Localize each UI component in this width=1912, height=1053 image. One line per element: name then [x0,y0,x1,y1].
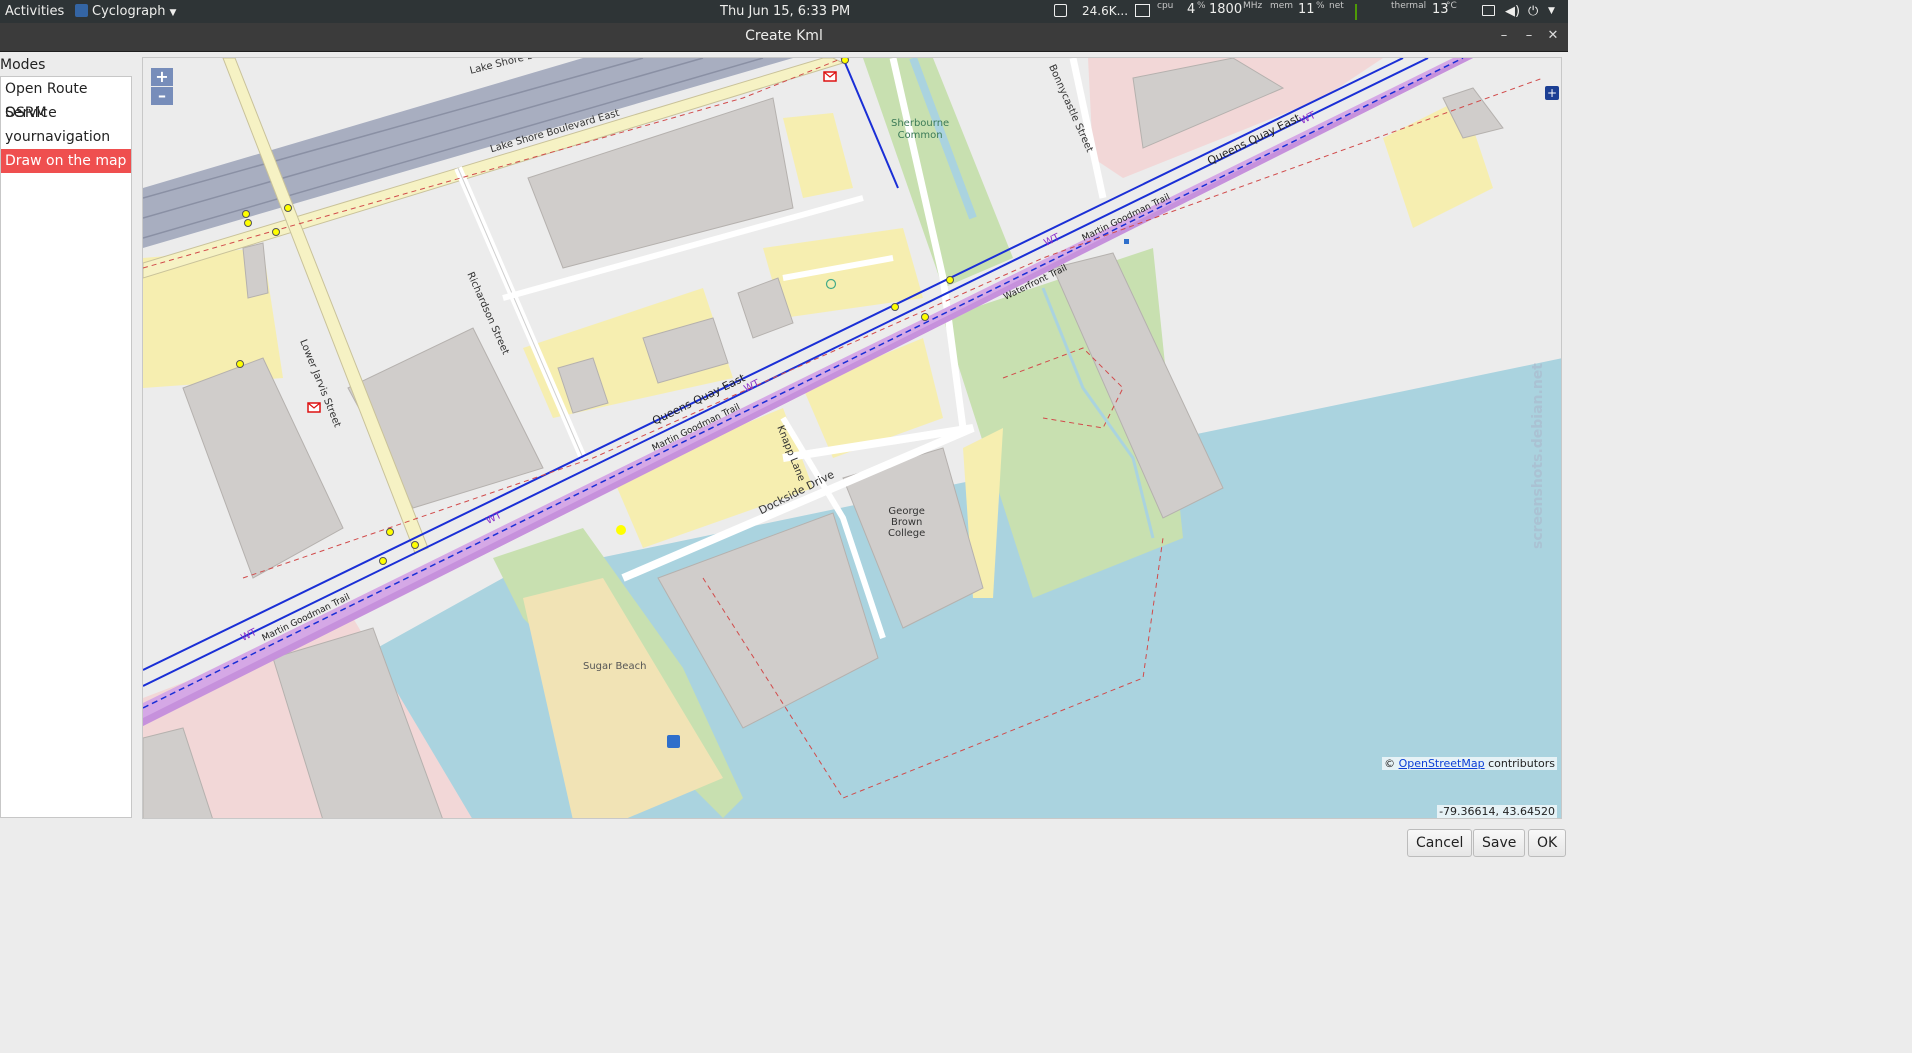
mem-unit: % [1316,1,1325,11]
power-icon[interactable]: ⏻ [1528,0,1538,23]
mem-label: mem [1270,1,1294,11]
clock[interactable]: Thu Jun 15, 6:33 PM [720,0,850,23]
watermark: screenshots.debian.net [1530,363,1547,549]
openstreetmap-link[interactable]: OpenStreetMap [1399,757,1485,770]
system-monitor-icon[interactable] [1135,0,1150,23]
net-speed-indicator[interactable]: 24.6K... [1082,0,1128,23]
layer-switcher-icon[interactable]: + [1545,86,1559,100]
net-graph [1355,4,1357,20]
modes-list: Open Route Service OSRM yournavigation D… [0,76,132,818]
activities-button[interactable]: Activities [5,0,64,23]
thermal-unit: °C [1446,1,1457,11]
label-sherbourne-common: Sherbourne Common [891,118,950,141]
freq-value: 1800 [1209,2,1243,17]
mode-yournavigation[interactable]: yournavigation [1,125,131,149]
mode-osrm[interactable]: OSRM [1,101,131,125]
mem-value: 11 [1298,2,1315,17]
thermal-label: thermal [1391,1,1427,11]
screen-icon[interactable] [1054,0,1067,23]
mode-draw-on-the-map[interactable]: Draw on the map [1,149,131,173]
parking-icon [667,735,680,748]
mode-open-route-service[interactable]: Open Route Service [1,77,131,121]
window-title-bar: Create Kml – – ✕ [0,23,1568,52]
save-button[interactable]: Save [1473,829,1526,857]
cpu-value: 4 [1187,2,1196,17]
system-menu-chevron-icon[interactable]: ▼ [1548,0,1555,23]
attribution-prefix: © [1384,757,1396,770]
maximize-button[interactable]: – [1519,23,1539,49]
app-menu[interactable]: Cyclograph ▼ [75,0,176,23]
system-top-bar: Activities Cyclograph ▼ Thu Jun 15, 6:33 … [0,0,1568,23]
freq-unit: MHz [1243,1,1263,11]
cancel-button[interactable]: Cancel [1407,829,1473,857]
zoom-out-button[interactable]: – [151,87,173,105]
net-label: net [1329,1,1344,11]
map-view[interactable]: Lake Shore B Lake Shore Boulevard East R… [142,57,1562,819]
app-icon [75,4,88,17]
mouse-coordinates: -79.36614, 43.64520 [1437,805,1557,818]
modes-label: Modes [0,57,46,73]
cpu-label: cpu [1157,1,1174,11]
cpu-unit: % [1197,1,1206,11]
label-sugar-beach: Sugar Beach [583,661,647,672]
volume-icon[interactable]: ◀) [1505,0,1520,23]
attribution-suffix: contributors [1488,757,1555,770]
zoom-in-button[interactable]: + [151,68,173,86]
map-attribution: © OpenStreetMap contributors [1382,757,1557,770]
window-title: Create Kml [745,28,823,44]
map-tiles [143,58,1561,818]
minimize-button[interactable]: – [1494,23,1514,49]
label-george-brown-college: George Brown College [888,506,926,539]
chevron-down-icon: ▼ [169,8,177,18]
ok-button[interactable]: OK [1528,829,1567,857]
display-icon[interactable] [1482,0,1495,23]
close-button[interactable]: ✕ [1543,23,1563,49]
app-menu-label: Cyclograph [92,4,166,19]
